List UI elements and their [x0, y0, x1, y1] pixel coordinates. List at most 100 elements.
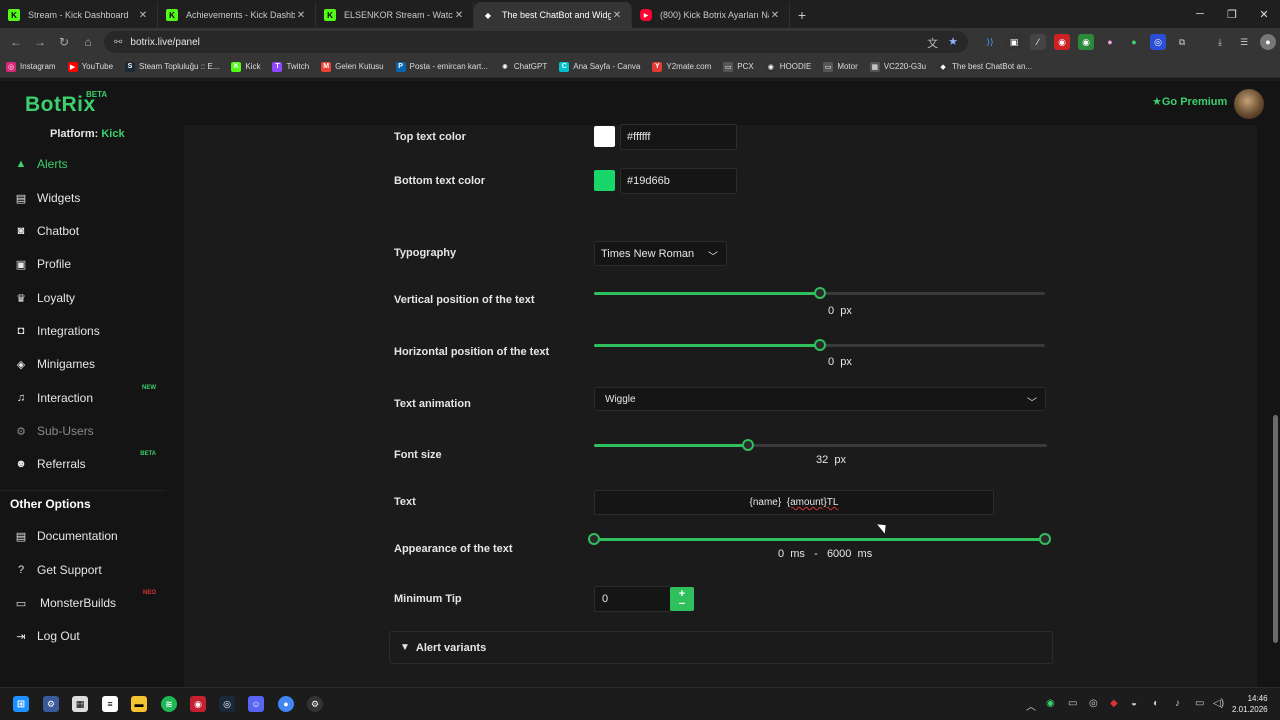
sidebar-item-sub-users[interactable]: ⚙ Sub-Users: [0, 420, 166, 442]
bookmark-item[interactable]: ▶ YouTube: [67, 61, 113, 72]
bookmark-item[interactable]: ◆ The best ChatBot an...: [938, 61, 1032, 72]
top-text-color-input[interactable]: #ffffff: [620, 124, 737, 150]
download-icon[interactable]: ⤓: [1212, 34, 1228, 50]
sidebar-item-log-out[interactable]: ⇥ Log Out: [0, 625, 166, 647]
bookmark-star-icon[interactable]: ★: [948, 35, 958, 51]
browser-tab[interactable]: ▶ (800) Kick Botrix Ayarları Nasıl Y ✕: [632, 2, 790, 28]
reload-icon[interactable]: ↻: [52, 30, 76, 54]
browser-tab[interactable]: K ELSENKOR Stream - Watch Live ✕: [316, 2, 474, 28]
extension-icon[interactable]: ⟩⟩: [982, 34, 998, 50]
extension-icon[interactable]: ◉: [1078, 34, 1094, 50]
minimum-tip-input[interactable]: 0: [594, 586, 671, 612]
range-min-handle[interactable]: [588, 533, 600, 545]
sidebar-item-integrations[interactable]: ◘ Integrations: [0, 320, 166, 342]
minimize-icon[interactable]: ─: [1184, 0, 1216, 28]
appearance-range-slider[interactable]: [588, 533, 1051, 545]
app-icon[interactable]: ⚙: [43, 696, 59, 712]
sidebar-item-interaction[interactable]: ♫ Interaction NEW: [0, 385, 166, 409]
tray-app-icon[interactable]: ▭: [1068, 698, 1077, 709]
close-tab-icon[interactable]: ✕: [611, 10, 623, 21]
address-bar[interactable]: ⚯ botrix.live/panel 文 ★: [104, 31, 968, 53]
alert-variants-toggle[interactable]: ▼ Alert variants: [389, 631, 1053, 664]
extensions-puzzle-icon[interactable]: ⧉: [1174, 34, 1190, 50]
forward-icon[interactable]: →: [28, 30, 52, 54]
page-scrollbar[interactable]: [1273, 415, 1278, 643]
sidebar-item-profile[interactable]: ▣ Profile: [0, 253, 166, 275]
taskbar-clock[interactable]: 14:46 2.01.2026: [1232, 693, 1268, 715]
vertical-position-slider[interactable]: [594, 287, 1045, 299]
top-text-color-swatch[interactable]: [594, 126, 615, 147]
bookmark-item[interactable]: C Ana Sayfa - Canva: [559, 61, 640, 72]
bookmark-item[interactable]: K Kick: [231, 61, 260, 72]
extension-icon[interactable]: ▣: [1006, 34, 1022, 50]
browser-tab-active[interactable]: ◆ The best ChatBot and Widgets ✕: [474, 2, 632, 28]
translate-icon[interactable]: 文: [927, 35, 938, 51]
bottom-text-color-input[interactable]: #19d66b: [620, 168, 737, 194]
extension-icon[interactable]: ◎: [1150, 34, 1166, 50]
avatar[interactable]: [1234, 89, 1264, 119]
app-icon[interactable]: ▦: [72, 696, 88, 712]
sidebar-item-alerts[interactable]: ▲ Alerts: [0, 153, 166, 175]
new-tab-button[interactable]: +: [790, 2, 814, 28]
spotify-icon[interactable]: ≋: [161, 696, 177, 712]
slider-handle[interactable]: [742, 439, 755, 451]
minimum-tip-stepper[interactable]: + −: [670, 587, 694, 611]
tab-search-icon[interactable]: ☰: [1236, 34, 1252, 50]
close-tab-icon[interactable]: ✕: [295, 10, 307, 21]
bookmark-item[interactable]: S Steam Topluluğu :: E...: [125, 61, 219, 72]
volume-icon[interactable]: ◁): [1213, 698, 1224, 709]
extension-icon[interactable]: ◉: [1054, 34, 1070, 50]
sidebar-item-get-support[interactable]: ? Get Support: [0, 559, 166, 581]
font-size-slider[interactable]: [594, 439, 1047, 451]
close-tab-icon[interactable]: ✕: [137, 10, 149, 21]
bookmark-item[interactable]: ▭ PCX: [723, 61, 754, 72]
close-tab-icon[interactable]: ✕: [769, 10, 781, 21]
bookmark-item[interactable]: ✺ ChatGPT: [499, 61, 547, 72]
network-icon[interactable]: ▭: [1195, 698, 1204, 709]
sidebar-item-chatbot[interactable]: ◙ Chatbot: [0, 220, 166, 242]
bookmark-item[interactable]: ▭ Motor: [823, 61, 858, 72]
restore-icon[interactable]: ❐: [1216, 0, 1248, 28]
sidebar-item-loyalty[interactable]: ♛ Loyalty: [0, 287, 166, 309]
extension-icon[interactable]: ●: [1102, 34, 1118, 50]
text-animation-select[interactable]: Wiggle ﹀: [594, 387, 1046, 411]
alert-text-input[interactable]: {name} {amount}TL: [594, 490, 994, 515]
bookmark-item[interactable]: ◉ HOODIE: [765, 61, 811, 72]
site-info-icon[interactable]: ⚯: [114, 37, 122, 48]
back-icon[interactable]: ←: [4, 30, 28, 54]
file-explorer-icon[interactable]: ▬: [131, 696, 147, 712]
app-icon[interactable]: ⚙: [307, 696, 323, 712]
slider-handle[interactable]: [813, 339, 826, 351]
extension-icon[interactable]: ●: [1126, 34, 1142, 50]
typography-select[interactable]: Times New Roman ﹀: [594, 241, 727, 266]
discord-icon[interactable]: ☺: [248, 696, 264, 712]
windows-start-icon[interactable]: ⊞: [13, 696, 29, 712]
bookmark-item[interactable]: ◎ Instagram: [6, 61, 56, 72]
browser-tab[interactable]: K Stream - Kick Dashboard ✕: [0, 2, 158, 28]
sidebar-item-minigames[interactable]: ◈ Minigames: [0, 353, 166, 375]
tray-app-icon[interactable]: ◆: [1110, 698, 1118, 709]
bookmark-item[interactable]: Y Y2mate.com: [652, 61, 711, 72]
tray-steam-icon[interactable]: ◎: [1089, 698, 1098, 709]
sidebar-item-monsterbuilds[interactable]: ▭ MonsterBuilds NEO: [0, 590, 166, 614]
minus-icon[interactable]: −: [679, 599, 685, 610]
tray-app-icon[interactable]: ◉: [1046, 698, 1055, 709]
tray-chevron-icon[interactable]: ︿: [1026, 698, 1036, 713]
app-icon[interactable]: ◉: [190, 696, 206, 712]
profile-avatar-icon[interactable]: ●: [1260, 34, 1276, 50]
bookmark-item[interactable]: P Posta - emircan kart...: [395, 61, 488, 72]
go-premium-button[interactable]: ★Go Premium: [1152, 95, 1227, 108]
app-icon[interactable]: ≡: [102, 696, 118, 712]
slider-handle[interactable]: [813, 287, 826, 299]
home-icon[interactable]: ⌂: [76, 30, 100, 54]
steam-icon[interactable]: ◎: [219, 696, 235, 712]
tray-app-icon[interactable]: ◐: [1153, 698, 1159, 709]
sidebar-item-documentation[interactable]: ▤ Documentation: [0, 525, 166, 547]
microphone-icon[interactable]: ♪: [1175, 698, 1180, 709]
bookmark-item[interactable]: ▦ VC220-G3u: [869, 61, 926, 72]
bottom-text-color-swatch[interactable]: [594, 170, 615, 191]
browser-tab[interactable]: K Achievements - Kick Dashboard ✕: [158, 2, 316, 28]
tray-app-icon[interactable]: ◒: [1131, 698, 1137, 709]
bookmark-item[interactable]: T Twitch: [272, 61, 309, 72]
horizontal-position-slider[interactable]: [594, 339, 1045, 351]
